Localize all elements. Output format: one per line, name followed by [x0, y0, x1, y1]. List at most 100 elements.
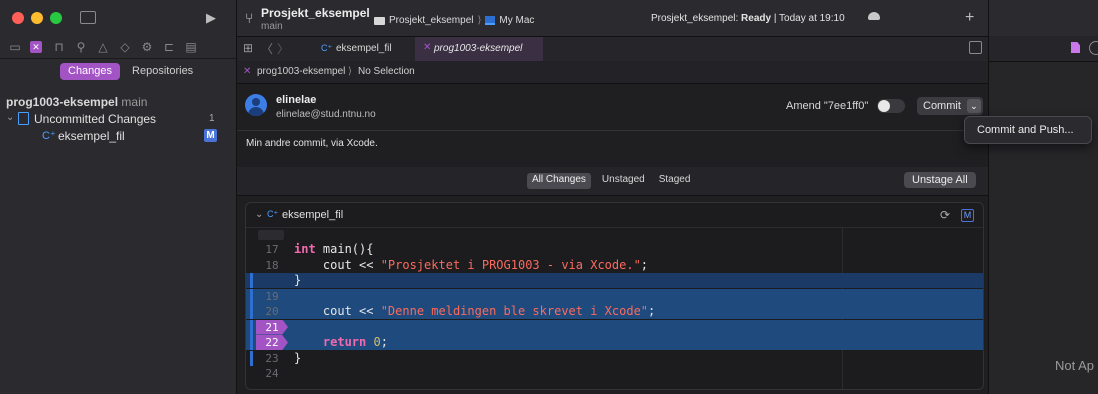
refresh-icon[interactable]: ⟳	[940, 208, 950, 222]
file-inspector-icon[interactable]	[1071, 42, 1080, 53]
line-code: cout << "Prosjektet i PROG1003 - via Xco…	[294, 257, 649, 272]
bookmark-icon[interactable]: ⊓	[52, 40, 66, 54]
close-window-button[interactable]	[12, 12, 24, 24]
inspector-tabs	[989, 37, 1098, 62]
minimize-window-button[interactable]	[31, 12, 43, 24]
zoom-window-button[interactable]	[50, 12, 62, 24]
group-label: Uncommitted Changes	[34, 112, 157, 126]
add-button[interactable]: +	[965, 9, 974, 27]
line-number: 19	[265, 289, 279, 303]
report-icon[interactable]: ▤	[184, 40, 198, 54]
toolbar: ⑂ Prosjekt_eksempel main Prosjekt_eksemp…	[237, 0, 988, 36]
add-editor-icon[interactable]	[969, 41, 982, 54]
history-inspector-icon[interactable]	[1089, 41, 1098, 55]
forward-icon[interactable]: 〉	[277, 40, 289, 57]
commit-message-field[interactable]: Min andre commit, via Xcode.	[237, 131, 988, 168]
tab-repositories[interactable]: Repositories	[124, 63, 201, 80]
commit-button[interactable]: Commit ⌄	[917, 97, 983, 115]
line-number: 24	[265, 367, 279, 380]
navigator-selector-bar: ▭ ✕ ⊓ ⚲ △ ◇ ⚙ ⊏ ▤	[0, 36, 236, 59]
inspector-panel: Not Ap	[988, 0, 1098, 394]
sidebar-item-eksempel-fil[interactable]: C⁺ eksempel_fil M	[42, 128, 230, 144]
app-icon	[374, 16, 385, 25]
navigator-sidebar: ▶ ▭ ✕ ⊓ ⚲ △ ◇ ⚙ ⊏ ▤ Changes Repositories…	[0, 0, 237, 394]
chevron-down-icon[interactable]: ⌄	[966, 99, 981, 113]
back-icon[interactable]: 〈	[261, 40, 273, 57]
line-number: 22	[256, 335, 288, 350]
diff-file-name: eksempel_fil	[282, 209, 344, 221]
changes-filter-bar: All Changes Unstaged Staged Unstage All	[237, 167, 988, 196]
code-line: 21	[246, 319, 983, 335]
tab-changes[interactable]: Changes	[60, 63, 121, 80]
tab-eksempel-fil[interactable]: C⁺ eksempel_fil	[305, 37, 413, 61]
scheme-label: Prosjekt_eksempel	[389, 15, 474, 26]
tab-label: eksempel_fil	[336, 43, 392, 54]
breadcrumb-selection[interactable]: No Selection	[358, 66, 415, 77]
line-number: 20	[265, 305, 279, 318]
line-number: 18	[265, 258, 279, 272]
amend-label: Amend "7ee1ff0"	[786, 100, 869, 112]
line-number: 23	[265, 351, 279, 365]
disclosure-chevron-icon[interactable]: ⌄	[255, 209, 263, 220]
search-icon[interactable]: ⚲	[74, 40, 88, 54]
changes-filter-control: All Changes Unstaged Staged	[527, 173, 693, 189]
mac-icon	[485, 16, 496, 25]
cloud-icon	[868, 12, 880, 20]
commit-and-push-item[interactable]: Commit and Push...	[977, 124, 1074, 136]
change-indicator[interactable]	[250, 350, 253, 366]
source-control-icon[interactable]: ✕	[30, 41, 42, 53]
code-line: 22 return 0;	[246, 335, 983, 350]
tab-prog1003-eksempel[interactable]: ✕ prog1003-eksempel	[415, 37, 543, 61]
test-icon[interactable]: ◇	[118, 40, 132, 54]
author-email: elinelae@stud.ntnu.no	[276, 109, 376, 120]
collapsed-lines-marker[interactable]	[258, 230, 284, 240]
change-indicator[interactable]	[250, 319, 253, 335]
change-count: 1	[209, 113, 215, 124]
author-name: elinelae	[276, 94, 317, 106]
breakpoint-icon[interactable]: ⊏	[162, 40, 176, 54]
warning-icon[interactable]: △	[96, 40, 110, 54]
scheme-selector[interactable]: Prosjekt_eksempel ⟩ My Mac	[374, 13, 534, 28]
uncommitted-group[interactable]: ⌄ Uncommitted Changes 1	[6, 111, 230, 127]
change-indicator[interactable]	[250, 273, 253, 288]
destination-label: My Mac	[499, 15, 535, 26]
project-name[interactable]: Prosjekt_eksempel	[261, 6, 370, 20]
filter-unstaged[interactable]: Unstaged	[599, 173, 648, 189]
repo-branch: main	[121, 95, 148, 109]
editor-area: ⑂ Prosjekt_eksempel main Prosjekt_eksemp…	[237, 0, 1092, 394]
breadcrumb-separator: ⟩	[348, 66, 352, 77]
status-label: Prosjekt_eksempel:	[651, 13, 739, 24]
commit-message-text: Min andre commit, via Xcode.	[246, 138, 378, 149]
filter-all-changes[interactable]: All Changes	[527, 173, 591, 189]
breadcrumb-repo[interactable]: prog1003-eksempel	[257, 66, 345, 77]
unstage-all-button[interactable]: Unstage All	[904, 172, 976, 188]
file-label: eksempel_fil	[58, 129, 125, 143]
code-line: 17 int main(){	[246, 242, 983, 257]
status-state: Ready	[741, 13, 772, 24]
breadcrumb: ✕ prog1003-eksempel ⟩ No Selection	[237, 61, 988, 84]
cpp-file-icon: C⁺	[42, 130, 56, 142]
folder-icon[interactable]: ▭	[8, 40, 22, 54]
status-time: | Today at 19:10	[773, 13, 845, 24]
activity-status: Prosjekt_eksempel: Ready | Today at 19:1…	[651, 13, 845, 24]
amend-toggle[interactable]	[877, 99, 905, 113]
sidebar-toggle-icon[interactable]	[80, 11, 96, 24]
modified-badge: M	[204, 129, 217, 142]
window-titlebar: ▶	[0, 0, 236, 36]
no-selection-placeholder: Not Ap	[1055, 358, 1095, 373]
change-indicator[interactable]	[250, 288, 253, 304]
disclosure-chevron-icon[interactable]: ⌄	[6, 112, 14, 123]
change-indicator[interactable]	[250, 304, 253, 319]
change-indicator[interactable]	[250, 335, 253, 350]
filter-staged[interactable]: Staged	[656, 173, 694, 189]
run-button[interactable]: ▶	[206, 10, 216, 26]
commit-menu: Commit and Push...	[964, 116, 1092, 144]
code-line: 19	[246, 288, 983, 304]
line-number: 17	[265, 243, 279, 256]
grid-icon[interactable]: ⊞	[243, 41, 253, 55]
avatar	[245, 94, 267, 116]
repo-name: prog1003-eksempel	[6, 95, 119, 109]
debug-icon[interactable]: ⚙	[140, 40, 154, 54]
repo-header: prog1003-eksempel main	[6, 95, 147, 109]
code-line: 23}	[246, 350, 983, 366]
